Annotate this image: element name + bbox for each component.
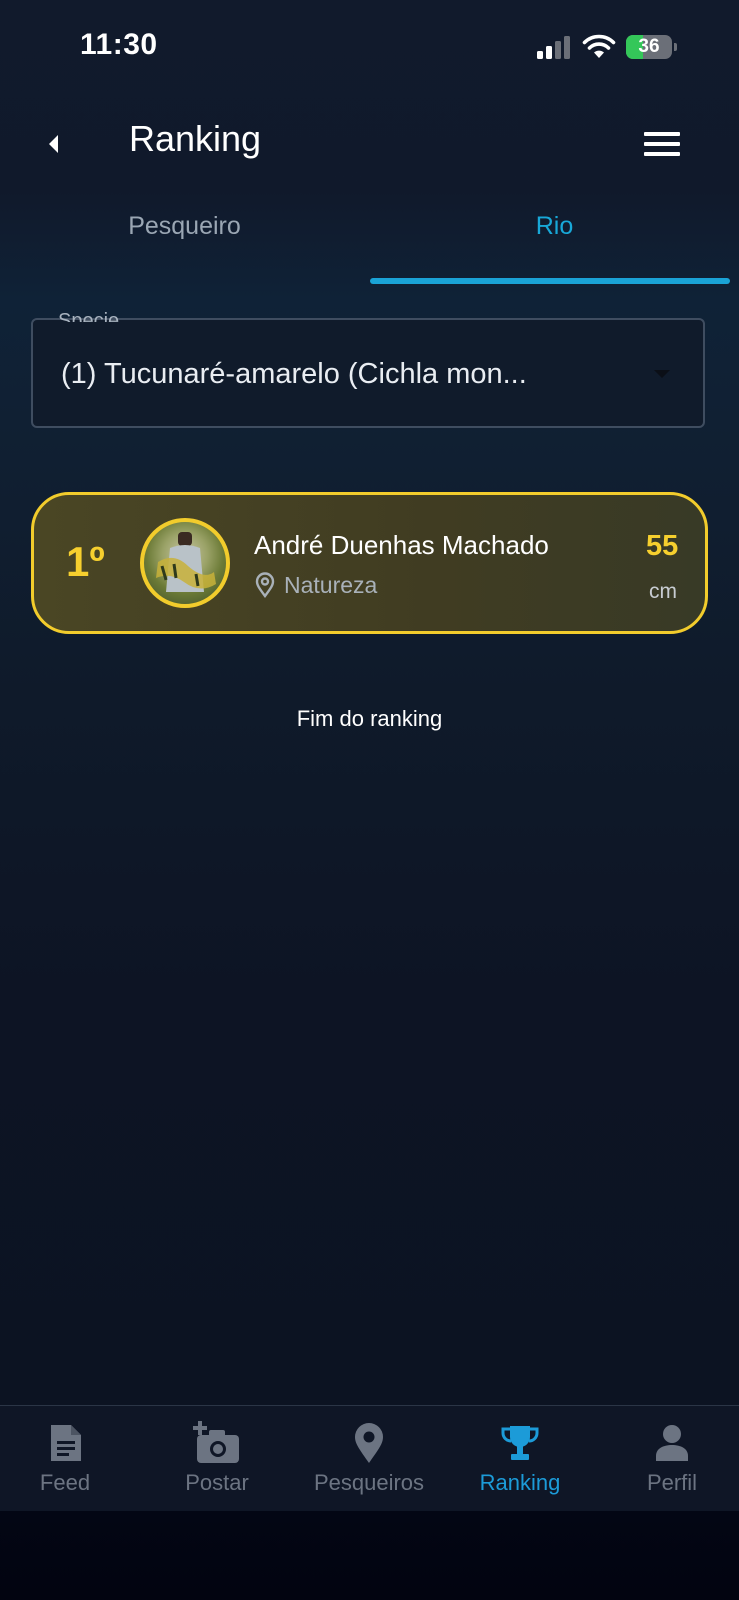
nav-perfil-label: Perfil xyxy=(646,1470,698,1495)
chevron-down-icon xyxy=(654,370,670,378)
nav-perfil[interactable]: Perfil xyxy=(598,1422,739,1496)
back-button[interactable] xyxy=(38,124,68,164)
location-pin-icon xyxy=(255,572,275,598)
nav-ranking-label: Ranking xyxy=(479,1470,561,1495)
menu-button[interactable] xyxy=(640,124,684,164)
tab-rio[interactable]: Rio xyxy=(370,212,739,241)
battery-icon: 36 xyxy=(626,35,672,59)
person-icon xyxy=(656,1425,688,1461)
tab-pesqueiro[interactable]: Pesqueiro xyxy=(0,212,369,241)
wifi-icon xyxy=(582,34,616,58)
document-icon xyxy=(51,1425,81,1461)
nav-ranking[interactable]: Ranking xyxy=(446,1422,594,1496)
map-pin-icon xyxy=(355,1423,383,1463)
end-of-ranking-text: Fim do ranking xyxy=(296,706,443,731)
nav-pesqueiros-label: Pesqueiros xyxy=(313,1470,425,1495)
ranking-position: 1º xyxy=(66,538,105,585)
angler-name: André Duenhas Machado xyxy=(254,530,549,560)
signal-icon xyxy=(537,36,570,59)
camera-add-icon xyxy=(193,1421,239,1463)
active-tab-indicator xyxy=(370,278,730,284)
species-select-label: Specie xyxy=(58,310,120,322)
nav-feed-label: Feed xyxy=(39,1470,91,1495)
nav-postar[interactable]: Postar xyxy=(143,1421,291,1496)
ranking-card[interactable] xyxy=(31,492,708,634)
battery-level: 36 xyxy=(638,36,660,57)
status-icons: 36 xyxy=(536,34,677,60)
back-arrow-icon xyxy=(49,135,58,153)
catch-size: 55 xyxy=(646,530,679,562)
status-time: 11:30 xyxy=(80,28,158,61)
catch-size-unit: cm xyxy=(649,580,677,603)
battery-cap xyxy=(674,43,677,51)
hamburger-icon xyxy=(644,132,680,156)
nav-pesqueiros[interactable]: Pesqueiros xyxy=(295,1422,443,1496)
catch-location: Natureza xyxy=(284,572,378,598)
avatar xyxy=(140,518,230,608)
page-title: Ranking xyxy=(129,118,262,159)
species-select-value: (1) Tucunaré-amarelo (Cichla mon... xyxy=(61,358,527,390)
nav-postar-label: Postar xyxy=(185,1470,249,1495)
trophy-icon xyxy=(501,1426,539,1460)
nav-feed[interactable]: Feed xyxy=(0,1422,139,1496)
